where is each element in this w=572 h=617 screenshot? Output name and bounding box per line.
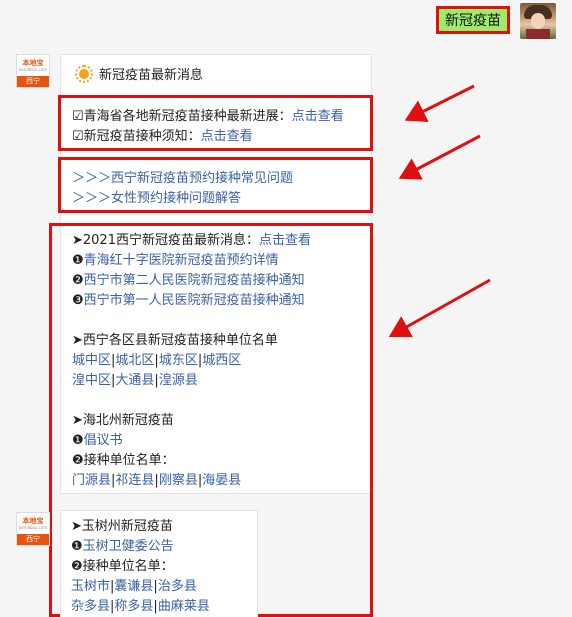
yushu-heading: ➤玉树州新冠疫苗	[71, 519, 173, 534]
notice-link[interactable]: 点击查看	[201, 129, 253, 144]
district-link[interactable]: 湟中区	[72, 373, 111, 388]
bot-avatar[interactable]: 本地宝 bendibao.com 西宁	[16, 54, 50, 88]
bot-message-bubble-2: ➤玉树州新冠疫苗 ❶玉树卫健委公告 ❷接种单位名单： 玉树市|囊谦县|治多县 杂…	[60, 510, 258, 617]
haibei-heading: ➤海北州新冠疫苗	[72, 413, 174, 428]
county-link[interactable]: 杂多县	[71, 599, 110, 614]
user-avatar[interactable]	[520, 3, 556, 39]
arrow-2	[398, 134, 481, 180]
haibei-item-2: ❷接种单位名单：	[72, 453, 175, 468]
county-link[interactable]: 曲麻莱县	[158, 599, 210, 614]
district-link[interactable]: 湟源县	[159, 373, 198, 388]
bot-brand: 本地宝	[22, 59, 44, 67]
xining-units-row-2: 湟中区|大通县|湟源县	[72, 373, 198, 388]
highlight-box-2: ＞＞＞西宁新冠疫苗预约接种常见问题 ＞＞＞女性预约接种问题解答	[58, 157, 373, 213]
arrow-1	[404, 84, 475, 123]
news-item-1-link[interactable]: 青海红十字医院新冠疫苗预约详情	[84, 253, 279, 268]
news-item-2-link[interactable]: 西宁市第二人民医院新冠疫苗接种通知	[84, 273, 305, 288]
women-faq-link[interactable]: ＞＞＞女性预约接种问题解答	[72, 189, 241, 209]
news-item-2: ❷西宁市第二人民医院新冠疫苗接种通知	[72, 273, 305, 288]
county-link[interactable]: 治多县	[158, 579, 197, 594]
progress-line: ☑青海省各地新冠疫苗接种最新进展：点击查看	[72, 109, 344, 124]
progress-link[interactable]: 点击查看	[292, 109, 344, 124]
district-link[interactable]: 城东区	[159, 353, 198, 368]
news-item-3-link[interactable]: 西宁市第一人民医院新冠疫苗接种通知	[84, 293, 305, 308]
news-item-3: ❸西宁市第一人民医院新冠疫苗接种通知	[72, 293, 305, 308]
district-link[interactable]: 城中区	[72, 353, 111, 368]
bot-city: 西宁	[17, 76, 49, 87]
card-title: 新冠疫苗最新消息	[99, 68, 204, 83]
haibei-item-1: ❶倡议书	[72, 433, 123, 448]
yushu-notice-link[interactable]: 玉树卫健委公告	[83, 539, 174, 554]
user-message-text: 新冠疫苗	[445, 13, 501, 29]
yushu-item-1: ❶玉树卫健委公告	[71, 539, 174, 554]
notice-line: ☑新冠疫苗接种须知：点击查看	[72, 129, 253, 144]
bot-brand-small: bendibao.com	[18, 67, 48, 72]
yushu-units-row-1: 玉树市|囊谦县|治多县	[71, 579, 197, 594]
county-link[interactable]: 海晏县	[202, 473, 241, 488]
county-link[interactable]: 称多县	[114, 599, 153, 614]
county-link[interactable]: 祁连县	[115, 473, 154, 488]
district-link[interactable]: 大通县	[115, 373, 154, 388]
haibei-proposal-link[interactable]: 倡议书	[84, 433, 123, 448]
latest-news-line: ➤2021西宁新冠疫苗最新消息：点击查看	[72, 233, 311, 248]
highlight-box-1: ☑青海省各地新冠疫苗接种最新进展：点击查看 ☑新冠疫苗接种须知：点击查看	[58, 95, 373, 151]
haibei-units-row: 门源县|祁连县|刚察县|海晏县	[72, 473, 242, 488]
faq-link[interactable]: ＞＞＞西宁新冠疫苗预约接种常见问题	[72, 169, 293, 189]
xining-units-heading: ➤西宁各区县新冠疫苗接种单位名单	[72, 333, 278, 348]
arrow-3	[388, 278, 491, 338]
sun-icon	[75, 64, 93, 83]
latest-news-link[interactable]: 点击查看	[259, 233, 311, 248]
xining-units-row-1: 城中区|城北区|城东区|城西区	[72, 353, 242, 368]
district-link[interactable]: 城西区	[202, 353, 241, 368]
county-link[interactable]: 刚察县	[159, 473, 198, 488]
county-link[interactable]: 囊谦县	[114, 579, 153, 594]
county-link[interactable]: 门源县	[72, 473, 111, 488]
yushu-units-row-2: 杂多县|称多县|曲麻莱县	[71, 599, 210, 614]
yushu-item-2: ❷接种单位名单：	[71, 559, 174, 574]
news-item-1: ❶青海红十字医院新冠疫苗预约详情	[72, 253, 279, 268]
bot-avatar-2[interactable]: 本地宝 bendibao.com 西宁	[16, 512, 50, 546]
user-message-bubble: 新冠疫苗	[436, 6, 510, 34]
district-link[interactable]: 城北区	[115, 353, 154, 368]
county-link[interactable]: 玉树市	[71, 579, 110, 594]
